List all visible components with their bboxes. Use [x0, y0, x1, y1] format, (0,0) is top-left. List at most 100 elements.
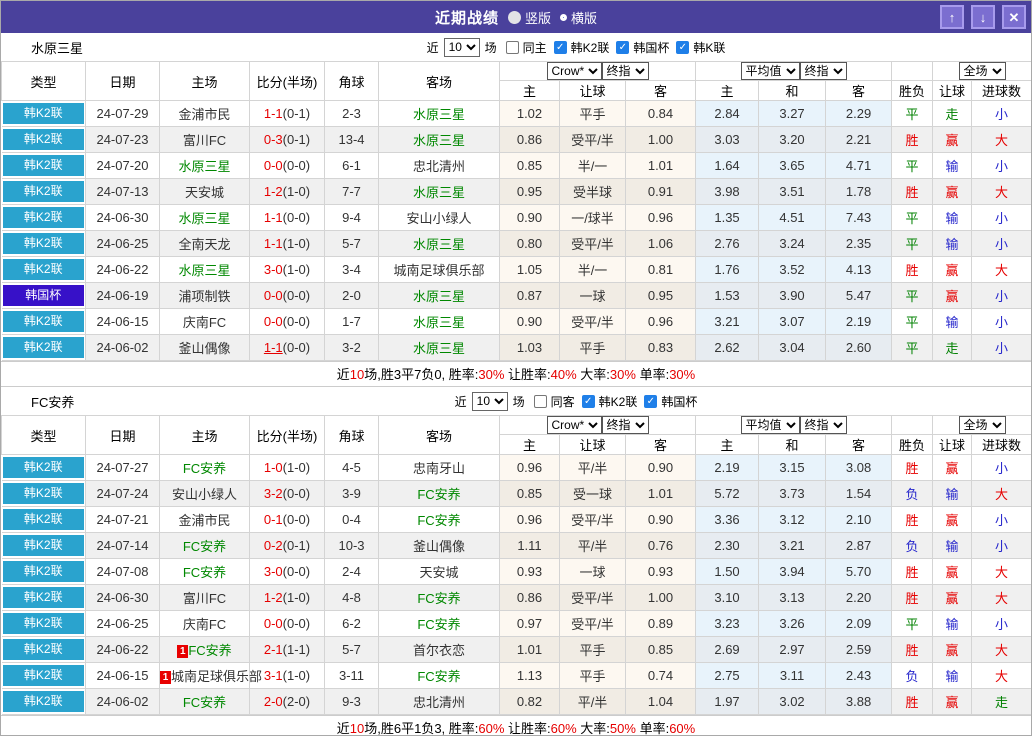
- corner-count-cell: 6-2: [324, 610, 379, 637]
- avg-draw-cell: 3.24: [758, 230, 827, 257]
- column-header-0: 类型: [1, 61, 86, 101]
- move-up-button[interactable]: ↑: [940, 5, 964, 29]
- avg-away-cell: 7.43: [825, 204, 893, 231]
- avg-away-cell: 2.09: [825, 610, 893, 637]
- home-team-cell: FC安养: [159, 454, 250, 481]
- scope-select[interactable]: 全场: [958, 62, 1006, 80]
- close-button[interactable]: ✕: [1002, 5, 1026, 29]
- odds-point-select[interactable]: 终指: [601, 416, 649, 434]
- league-label-0: 韩K2联: [598, 394, 638, 409]
- sub-column-header-2: 客: [624, 434, 697, 455]
- away-team-cell: 首尔衣恋: [378, 636, 500, 663]
- near-label: 近: [454, 394, 467, 409]
- home-team-name: 釜山偶像: [178, 341, 231, 356]
- scope-select[interactable]: 全场: [958, 416, 1006, 434]
- half-time-score: (0-0): [282, 210, 311, 225]
- home-team-name: 富川FC: [182, 591, 227, 606]
- odds-home-cell: 0.82: [499, 688, 560, 715]
- goals-result-cell-text: 大: [995, 263, 1009, 278]
- avg-home-cell: 2.76: [695, 230, 760, 257]
- summary-part: 让胜率:: [504, 721, 551, 736]
- odds-home-cell: 0.87: [499, 282, 560, 309]
- handicap-result-cell-text: 赢: [945, 591, 959, 606]
- summary-part: 单率:: [635, 721, 670, 736]
- match-type-badge: 韩K2联: [2, 613, 84, 634]
- league-checkbox-0[interactable]: ✓: [553, 40, 567, 54]
- match-date-cell: 24-06-15: [85, 308, 160, 335]
- average-point-select[interactable]: 终指: [799, 62, 847, 80]
- summary-part: 60%: [669, 721, 696, 736]
- odds-source-select[interactable]: Crow*: [546, 416, 602, 434]
- corner-count-cell: 2-3: [324, 100, 379, 127]
- match-row: 韩K2联 24-06-15 庆南FC 0-0(0-0) 1-7 水原三星 0.90 受平/半 0…: [1, 308, 1031, 335]
- full-time-score: 0-0: [263, 314, 283, 329]
- league-checkbox-1[interactable]: ✓: [616, 40, 630, 54]
- away-team-cell: 釜山偶像: [378, 532, 500, 559]
- column-header-1: 日期: [85, 61, 160, 101]
- same-venue-checkbox[interactable]: [533, 394, 547, 408]
- odds-point-select[interactable]: 终指: [601, 62, 649, 80]
- score-cell: 1-2(1-0): [249, 584, 325, 611]
- average-point-select[interactable]: 终指: [799, 416, 847, 434]
- match-type-cell: 韩K2联: [1, 334, 86, 361]
- odds-home-cell: 0.96: [499, 506, 560, 533]
- column-header-5: 客场: [378, 415, 500, 455]
- home-team-cell: 水原三星: [159, 256, 250, 283]
- result-cell-text: 平: [905, 237, 919, 252]
- league-checkbox-1[interactable]: ✓: [644, 394, 658, 408]
- match-type-cell: 韩国杯: [1, 282, 86, 309]
- avg-away-cell: 1.54: [825, 480, 893, 507]
- away-team-cell: 水原三星: [378, 308, 500, 335]
- odds-away-cell: 0.83: [624, 334, 697, 361]
- match-count-select[interactable]: 10: [471, 391, 508, 411]
- handicap-result-cell-text: 赢: [945, 461, 959, 476]
- avg-away-cell: 1.78: [825, 178, 893, 205]
- section-summary: 近10场,胜6平1负3, 胜率:60% 让胜率:60% 大率:50% 单率:60…: [1, 715, 1031, 736]
- average-select[interactable]: 平均值: [740, 416, 800, 434]
- match-type-cell: 韩K2联: [1, 480, 86, 507]
- home-team-cell: 浦项制铁: [159, 282, 250, 309]
- match-date-cell: 24-07-27: [85, 454, 160, 481]
- match-type-badge: 韩K2联: [2, 691, 84, 712]
- result-cell-text: 负: [905, 669, 919, 684]
- full-time-score: 3-2: [263, 486, 283, 501]
- section-filter-row: FC安养近 10 场同客 ✓ 韩K2联 ✓ 韩国杯: [1, 387, 1031, 415]
- score-cell: 3-0(0-0): [249, 558, 325, 585]
- goals-result-cell-text: 小: [995, 341, 1009, 356]
- goals-result-cell: 走: [971, 688, 1031, 715]
- goals-result-cell: 大: [971, 636, 1031, 663]
- handicap-result-cell: 输: [932, 610, 973, 637]
- away-team-cell: 水原三星: [378, 334, 500, 361]
- match-type-badge: 韩K2联: [2, 155, 84, 176]
- average-select[interactable]: 平均值: [740, 62, 800, 80]
- avg-away-cell: 2.19: [825, 308, 893, 335]
- same-venue-checkbox[interactable]: [505, 40, 519, 54]
- away-team-name: FC安养: [417, 487, 461, 502]
- avg-draw-cell: 3.73: [758, 480, 827, 507]
- match-type-badge: 韩K2联: [2, 311, 84, 332]
- odds-handicap-cell: 平手: [559, 100, 626, 127]
- filter-controls: 近 10 场同主 ✓ 韩K2联 ✓ 韩国杯 ✓ 韩K联: [307, 37, 725, 57]
- corner-count-cell: 9-3: [324, 688, 379, 715]
- home-team-name: 富川FC: [182, 133, 227, 148]
- result-cell: 平: [891, 610, 934, 637]
- layout-radio-vertical[interactable]: 竖版: [507, 8, 551, 27]
- home-team-cell: FC安养: [159, 558, 250, 585]
- handicap-result-cell: 赢: [932, 126, 973, 153]
- move-down-button[interactable]: ↓: [971, 5, 995, 29]
- league-checkbox-2[interactable]: ✓: [676, 40, 690, 54]
- odds-home-cell: 0.90: [499, 204, 560, 231]
- match-type-cell: 韩K2联: [1, 256, 86, 283]
- league-checkbox-0[interactable]: ✓: [581, 394, 595, 408]
- handicap-result-cell-text: 输: [945, 315, 959, 330]
- odds-source-select[interactable]: Crow*: [546, 62, 602, 80]
- goals-result-cell: 小: [971, 610, 1031, 637]
- handicap-result-cell: 输: [932, 480, 973, 507]
- layout-radio-horizontal[interactable]: 横版: [560, 8, 597, 27]
- home-team-name: 水原三星: [178, 211, 231, 226]
- odds-handicap-cell: 半/一: [559, 256, 626, 283]
- goals-result-cell-text: 大: [995, 133, 1009, 148]
- match-type-badge: 韩K2联: [2, 103, 84, 124]
- avg-draw-cell: 3.90: [758, 282, 827, 309]
- match-count-select[interactable]: 10: [443, 37, 480, 57]
